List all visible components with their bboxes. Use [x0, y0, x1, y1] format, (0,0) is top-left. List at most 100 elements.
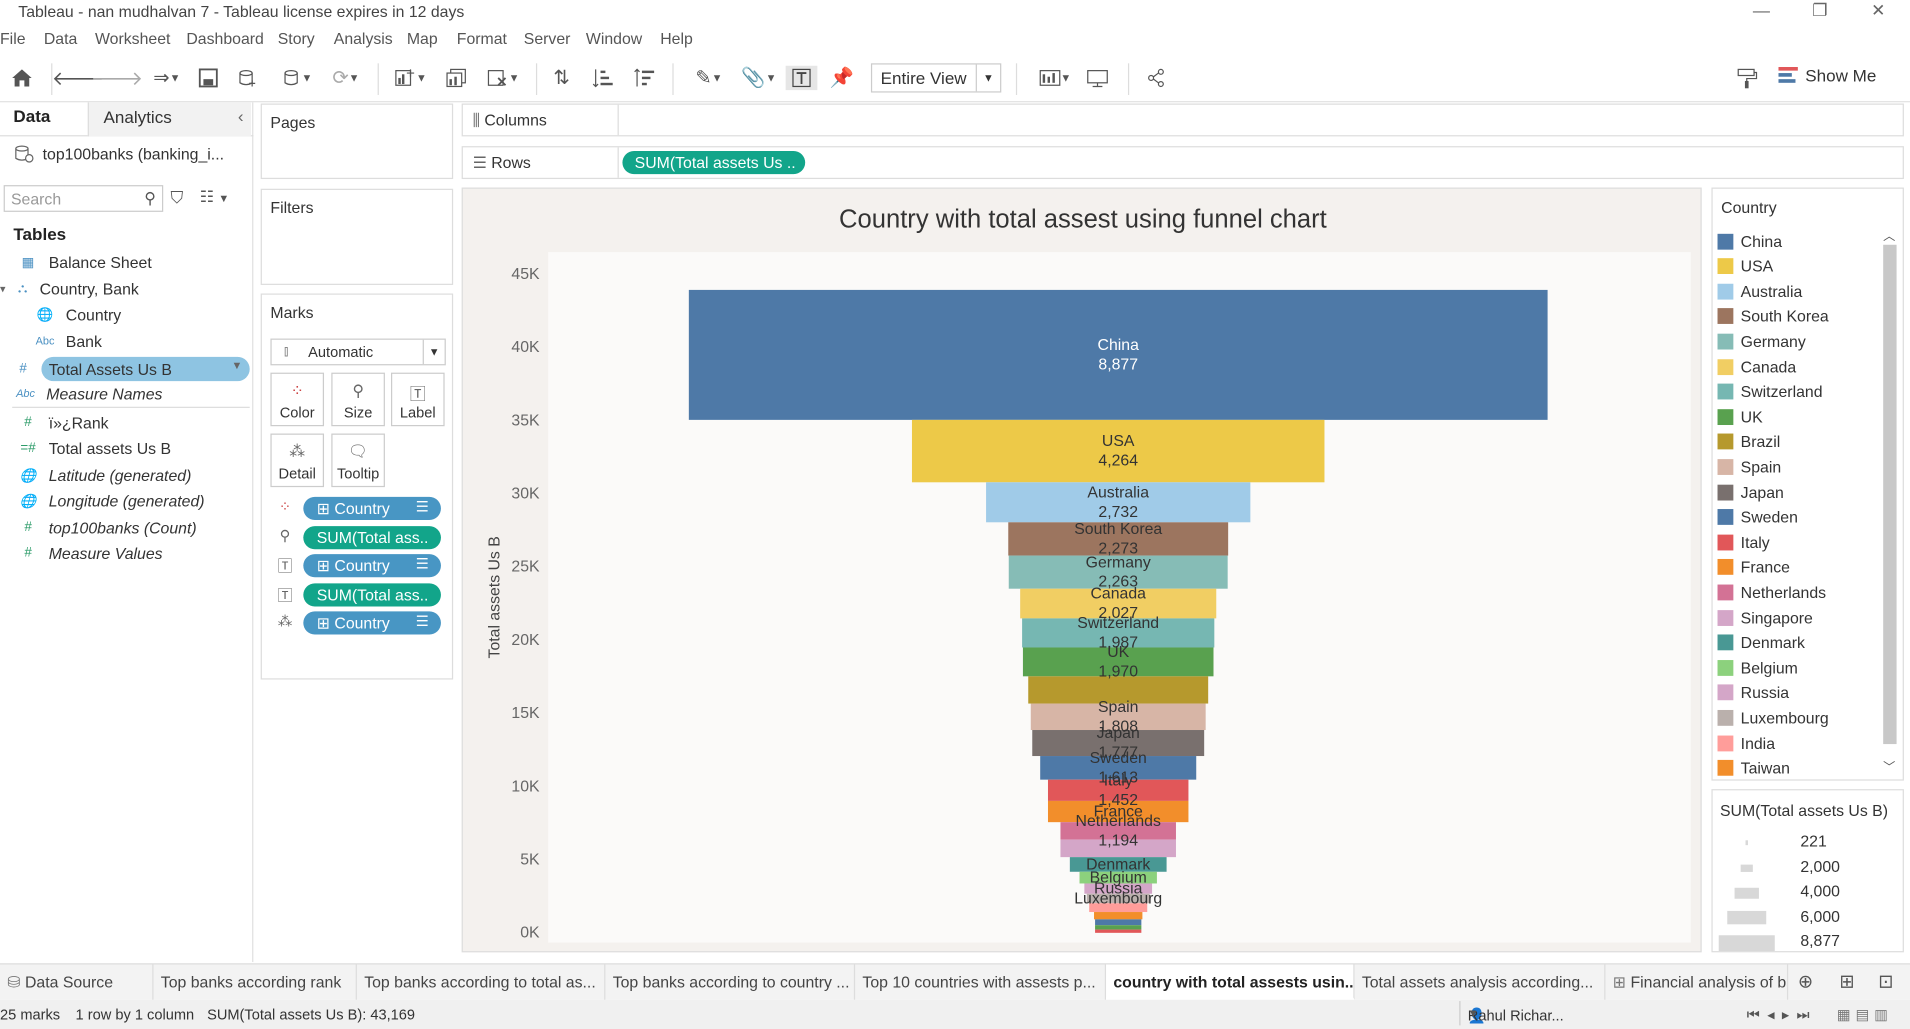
color-button[interactable]: ⁘ Color — [270, 372, 325, 427]
legend-item[interactable]: Australia — [1717, 280, 1802, 302]
filter-fields-icon[interactable]: ⛉ — [171, 188, 184, 209]
size-button[interactable]: ⚲ Size — [331, 372, 385, 427]
rows-shelf[interactable]: ☰ Rows SUM(Total assets Us .. — [461, 146, 1904, 180]
field-latitude[interactable]: 🌐 Latitude (generated) — [17, 464, 192, 486]
menu-file[interactable]: File — [0, 29, 26, 47]
legend-item[interactable]: Italy — [1717, 531, 1770, 553]
show-mark-labels-icon[interactable] — [785, 65, 818, 91]
datasource-item[interactable]: top100banks (banking_i... — [13, 144, 224, 163]
user-menu[interactable]: 👤 Rahul Richar... ▼ — [1459, 1001, 1605, 1026]
legend-item[interactable]: Netherlands — [1717, 581, 1826, 603]
sheet-tab[interactable]: Top banks according rank — [153, 964, 357, 1000]
legend-item[interactable]: China — [1717, 230, 1782, 252]
menu-data[interactable]: Data — [44, 29, 77, 47]
columns-shelf[interactable]: ⫼ Columns — [461, 103, 1904, 137]
rows-pill-sum-total-assets[interactable]: SUM(Total assets Us .. — [622, 151, 806, 175]
field-measure-values[interactable]: # Measure Values — [17, 542, 162, 564]
home-icon[interactable] — [7, 66, 36, 90]
menu-window[interactable]: Window — [586, 29, 642, 47]
funnel-chart[interactable]: China 8,877 USA 4,264 Australia 2,732South Ko… — [548, 252, 1691, 942]
sort-descending-icon[interactable] — [631, 66, 658, 90]
legend-item[interactable]: South Korea — [1717, 305, 1829, 327]
legend-item[interactable]: Belgium — [1717, 657, 1798, 679]
legend-item[interactable]: Sweden — [1717, 506, 1798, 528]
field-bank[interactable]: Abc Bank — [34, 330, 102, 352]
tab-analytics[interactable]: Analytics ‹ — [87, 102, 251, 137]
format-painter-icon[interactable] — [1732, 66, 1761, 90]
field-country-bank[interactable]: ▾ ⛬ Country, Bank — [0, 278, 139, 300]
redo-icon[interactable]: 🡒 — [91, 66, 143, 90]
funnel-bar[interactable] — [1095, 919, 1142, 926]
label-button[interactable]: 🅃 Label — [391, 372, 445, 427]
legend-item[interactable]: Denmark — [1717, 632, 1805, 654]
sheet-tab[interactable]: country with total assests usin... — [1106, 964, 1355, 1000]
group-members-icon[interactable]: 📎 ▼ — [737, 66, 781, 90]
pages-shelf[interactable]: Pages — [260, 103, 454, 180]
highlight-icon[interactable]: ✎ ▼ — [687, 66, 731, 90]
fit-dropdown[interactable]: Entire View ▼ — [870, 63, 1002, 93]
save-icon[interactable] — [195, 66, 222, 90]
pause-updates-icon[interactable]: ▼ — [273, 66, 322, 90]
marks-pill-country-color[interactable]: ⊞ Country ☰ — [303, 496, 441, 521]
view-options-icon[interactable]: ☷ ▼ — [200, 188, 229, 207]
marks-pill-sum-size[interactable]: SUM(Total ass.. — [303, 526, 441, 550]
show-me-button[interactable]: Show Me — [1778, 66, 1876, 85]
marks-pill-sum-label[interactable]: SUM(Total ass.. — [303, 583, 441, 607]
new-story-tab-icon[interactable]: ⊡ — [1878, 971, 1893, 993]
menu-analysis[interactable]: Analysis — [334, 29, 393, 47]
legend-item[interactable]: Singapore — [1717, 606, 1813, 628]
menu-map[interactable]: Map — [407, 29, 438, 47]
view-mode-icons[interactable]: ▦▤▥ — [1837, 1006, 1893, 1023]
tab-data[interactable]: Data — [13, 106, 50, 125]
show-cards-icon[interactable]: ▼ — [1033, 66, 1077, 90]
menu-help[interactable]: Help — [660, 29, 693, 47]
plot-area[interactable]: China 8,877 USA 4,264 Australia 2,732 South Ko… — [548, 252, 1691, 943]
field-measure-names[interactable]: Abc Measure Names — [15, 382, 162, 404]
funnel-bar[interactable] — [911, 419, 1325, 483]
menu-worksheet[interactable]: Worksheet — [95, 29, 170, 47]
undo-icon[interactable]: 🡐 — [52, 66, 104, 90]
refresh-icon[interactable]: ⟳ ▼ — [324, 66, 368, 90]
legend-item[interactable]: Brazil — [1717, 431, 1780, 453]
sheet-tab[interactable]: Top banks according to country ... — [605, 964, 856, 1000]
field-country[interactable]: 🌐 Country — [34, 303, 122, 325]
sheet-navigation[interactable]: ⏮◂▸⏭ — [1747, 1006, 1817, 1024]
menu-dashboard[interactable]: Dashboard — [186, 29, 263, 47]
legend-item[interactable]: Russia — [1717, 682, 1789, 704]
swap-rows-columns-icon[interactable]: ⇅ — [548, 66, 575, 90]
sheet-tab[interactable]: Total assets analysis according... — [1355, 964, 1606, 1000]
share-icon[interactable] — [1143, 66, 1170, 90]
sort-ascending-icon[interactable] — [590, 66, 617, 90]
legend-item[interactable]: France — [1717, 556, 1790, 578]
legend-item[interactable]: Japan — [1717, 481, 1784, 503]
close-icon[interactable]: ✕ — [1860, 0, 1897, 21]
detail-button[interactable]: ⁂ Detail — [270, 433, 325, 488]
search-input[interactable]: Search ⚲ — [3, 185, 164, 212]
legend-item[interactable]: Luxembourg — [1717, 707, 1829, 729]
sheet-tab[interactable]: Top banks according to total as... — [357, 964, 606, 1000]
sheet-tab[interactable]: ⊞ Financial analysis of ba — [1605, 964, 1789, 1000]
legend-item[interactable]: Taiwan — [1717, 757, 1790, 779]
legend-scrollbar[interactable]: ︿ ﹀ — [1881, 225, 1898, 775]
legend-item[interactable]: USA — [1717, 255, 1773, 277]
sheet-tab[interactable]: Top 10 countries with assests p... — [855, 964, 1107, 1000]
restore-icon[interactable]: ❐ — [1802, 0, 1839, 21]
filters-shelf[interactable]: Filters — [260, 188, 454, 285]
mark-type-dropdown[interactable]: ⫾ Automatic ▼ — [270, 338, 446, 366]
legend-item[interactable]: Switzerland — [1717, 381, 1823, 403]
legend-item[interactable]: UK — [1717, 406, 1763, 428]
marks-pill-country-label[interactable]: ⊞ Country ☰ — [303, 554, 441, 578]
funnel-bar[interactable] — [1095, 925, 1142, 930]
field-balance-sheet[interactable]: ▦ Balance Sheet — [17, 251, 152, 273]
minimize-icon[interactable]: — — [1743, 0, 1780, 19]
field-total-assets-selected[interactable]: # Total Assets Us B ▼ — [12, 356, 250, 382]
legend-item[interactable]: India — [1717, 732, 1775, 754]
collapse-pane-icon[interactable]: ‹ — [238, 106, 244, 125]
presentation-mode-icon[interactable] — [1084, 66, 1111, 90]
field-total-assets-calc[interactable]: =# Total assets Us B — [17, 437, 171, 459]
field-rank[interactable]: # ï»¿Rank — [17, 412, 109, 434]
new-worksheet-icon[interactable]: ▼ — [387, 66, 433, 90]
menu-server[interactable]: Server — [524, 29, 571, 47]
fix-axes-icon[interactable]: 📌 — [828, 66, 855, 90]
funnel-bar[interactable] — [1095, 929, 1142, 933]
